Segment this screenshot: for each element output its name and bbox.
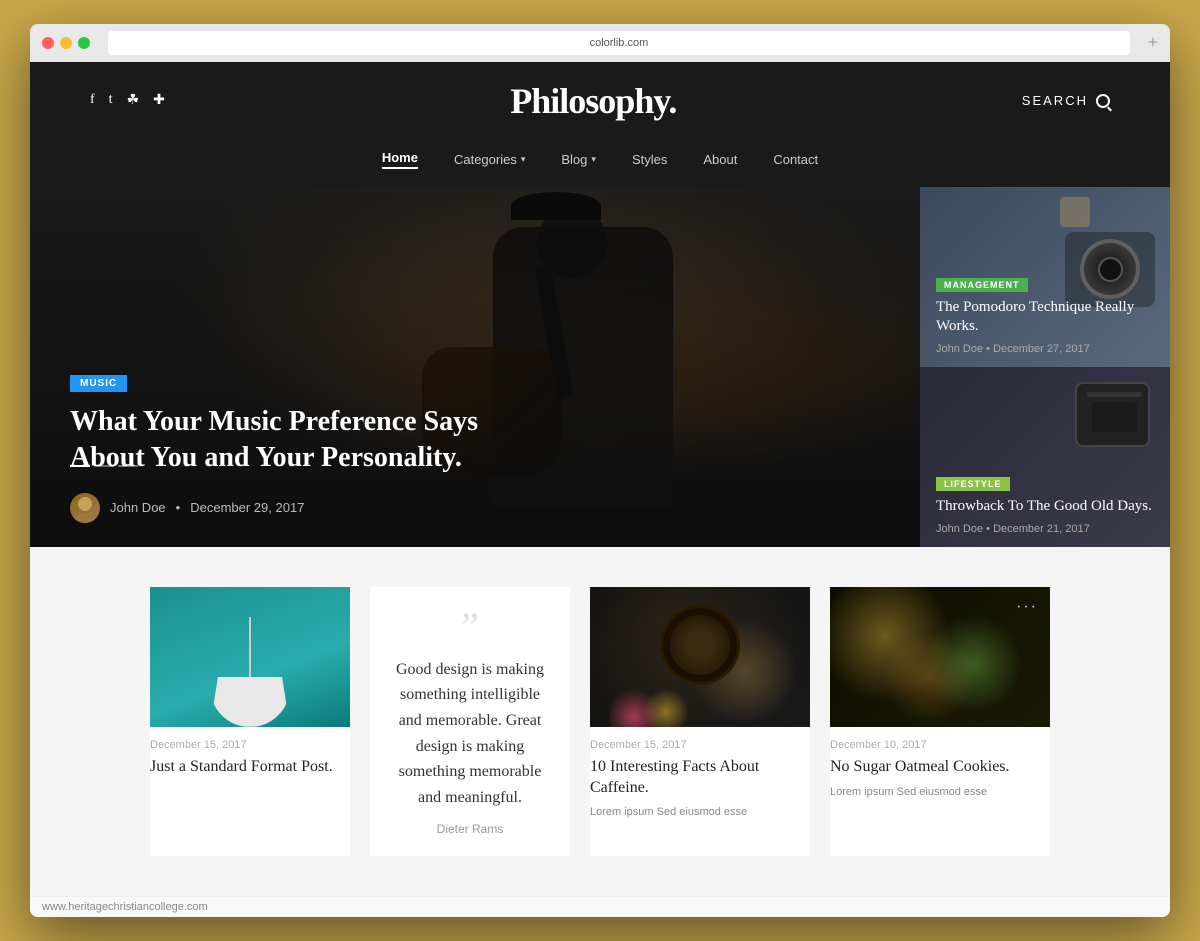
hero-nav-dots: [70, 465, 138, 467]
card1-title: The Pomodoro Technique Really Works.: [936, 298, 1154, 337]
facebook-icon[interactable]: f: [90, 92, 95, 109]
food-image: ···: [830, 587, 1050, 727]
post4-date: December 10, 2017: [830, 739, 1050, 751]
hero-date: December 29, 2017: [190, 500, 304, 515]
nav-item-home[interactable]: Home: [382, 150, 418, 169]
hero-sidebar: MANAGEMENT The Pomodoro Technique Really…: [920, 187, 1170, 547]
card1-author: John Doe: [936, 343, 983, 355]
card2-overlay: LIFESTYLE Throwback To The Good Old Days…: [920, 462, 1170, 547]
post3-date: December 15, 2017: [590, 739, 810, 751]
card2-author: John Doe: [936, 523, 983, 535]
close-button[interactable]: [42, 37, 54, 49]
hero-area: MUSIC What Your Music Preference Says Ab…: [30, 187, 1170, 547]
maximize-button[interactable]: [78, 37, 90, 49]
hero-author-name: John Doe: [110, 500, 166, 515]
new-tab-button[interactable]: +: [1148, 32, 1158, 53]
bag-strap: [1087, 392, 1142, 397]
pinterest-icon[interactable]: ✚: [153, 92, 165, 109]
bag-image: [1075, 382, 1150, 447]
minimize-button[interactable]: [60, 37, 72, 49]
music-badge: MUSIC: [70, 375, 127, 392]
management-badge: MANAGEMENT: [936, 278, 1028, 292]
post4-excerpt: Lorem ipsum Sed eiusmod esse: [830, 784, 1050, 801]
lamp-image: [150, 587, 350, 727]
categories-chevron: ▾: [521, 154, 526, 165]
top-bar: f t ☘ ✚ Philosophy. SEARCH: [30, 62, 1170, 140]
search-label: SEARCH: [1022, 93, 1088, 108]
post-card-food[interactable]: ··· December 10, 2017 No Sugar Oatmeal C…: [830, 587, 1050, 857]
browser-chrome: colorlib.com +: [30, 24, 1170, 62]
post4-title: No Sugar Oatmeal Cookies.: [830, 757, 1050, 778]
hero-dot-separator: •: [176, 500, 181, 515]
card1-meta: John Doe • December 27, 2017: [936, 343, 1154, 355]
hand-element: [1060, 197, 1090, 227]
three-dots: ···: [1016, 599, 1038, 617]
bag-pocket: [1092, 402, 1137, 432]
post-card-quote: ” Good design is making something intell…: [370, 587, 570, 857]
social-icons: f t ☘ ✚: [90, 92, 165, 109]
coffee-liquid: [670, 615, 730, 675]
nav-dot-3[interactable]: [118, 465, 138, 467]
post-card-lamp[interactable]: December 15, 2017 Just a Standard Format…: [150, 587, 350, 857]
main-nav: Home Categories ▾ Blog ▾ Styles About Co…: [30, 140, 1170, 187]
coffee-image: [590, 587, 810, 727]
url-text: colorlib.com: [590, 37, 649, 49]
browser-window: colorlib.com + f t ☘ ✚ Philosophy. SEARC…: [30, 24, 1170, 918]
post1-date: December 15, 2017: [150, 739, 350, 751]
nav-item-about[interactable]: About: [703, 150, 737, 169]
hero-main[interactable]: MUSIC What Your Music Preference Says Ab…: [30, 187, 920, 547]
nav-item-styles[interactable]: Styles: [632, 150, 667, 169]
sidebar-card-1[interactable]: MANAGEMENT The Pomodoro Technique Really…: [920, 187, 1170, 367]
url-bar[interactable]: colorlib.com: [108, 31, 1130, 55]
status-bar: www.heritagechristiancollege.com: [30, 896, 1170, 917]
lamp-shape: [210, 617, 290, 727]
card1-overlay: MANAGEMENT The Pomodoro Technique Really…: [920, 263, 1170, 367]
dark-section: f t ☘ ✚ Philosophy. SEARCH Home Categori…: [30, 62, 1170, 547]
post-card-coffee[interactable]: December 15, 2017 10 Interesting Facts A…: [590, 587, 810, 857]
nav-item-contact[interactable]: Contact: [773, 150, 818, 169]
light-section: December 15, 2017 Just a Standard Format…: [30, 547, 1170, 897]
search-area[interactable]: SEARCH: [1022, 93, 1110, 108]
hero-author-avatar: [70, 493, 100, 523]
post4-content: December 10, 2017 No Sugar Oatmeal Cooki…: [830, 727, 1050, 806]
quote-text: Good design is making something intellig…: [390, 657, 550, 811]
figure-hat: [511, 192, 601, 220]
nav-dot-2[interactable]: [94, 465, 114, 467]
blog-chevron: ▾: [591, 154, 596, 165]
lifestyle-badge: LIFESTYLE: [936, 477, 1010, 491]
site-content: f t ☘ ✚ Philosophy. SEARCH Home Categori…: [30, 62, 1170, 918]
twitter-icon[interactable]: t: [109, 92, 113, 109]
card2-date: December 21, 2017: [993, 523, 1090, 535]
search-icon[interactable]: [1096, 94, 1110, 108]
nav-item-blog[interactable]: Blog ▾: [561, 150, 596, 169]
instagram-icon[interactable]: ☘: [127, 92, 140, 109]
lamp-cord: [249, 617, 251, 677]
nav-item-categories[interactable]: Categories ▾: [454, 150, 525, 169]
flowers-element: [610, 677, 690, 727]
coffee-cup-top: [660, 605, 740, 685]
nav-dot-1[interactable]: [70, 465, 90, 467]
posts-grid: December 15, 2017 Just a Standard Format…: [150, 587, 1050, 857]
post3-title: 10 Interesting Facts About Caffeine.: [590, 757, 810, 799]
card1-date: December 27, 2017: [993, 343, 1090, 355]
post3-content: December 15, 2017 10 Interesting Facts A…: [590, 727, 810, 827]
quote-author: Dieter Rams: [437, 822, 504, 836]
hero-author: John Doe • December 29, 2017: [70, 493, 880, 523]
lamp-shade: [210, 677, 290, 727]
post3-excerpt: Lorem ipsum Sed eiusmod esse: [590, 804, 810, 821]
sidebar-card-2[interactable]: LIFESTYLE Throwback To The Good Old Days…: [920, 367, 1170, 547]
card2-meta: John Doe • December 21, 2017: [936, 523, 1154, 535]
quote-mark: ”: [461, 607, 479, 647]
post1-content: December 15, 2017 Just a Standard Format…: [150, 727, 350, 790]
site-logo[interactable]: Philosophy.: [510, 80, 676, 122]
status-url: www.heritagechristiancollege.com: [42, 901, 208, 913]
card2-title: Throwback To The Good Old Days.: [936, 497, 1154, 517]
post1-title: Just a Standard Format Post.: [150, 757, 350, 778]
hero-overlay: MUSIC What Your Music Preference Says Ab…: [30, 349, 920, 547]
